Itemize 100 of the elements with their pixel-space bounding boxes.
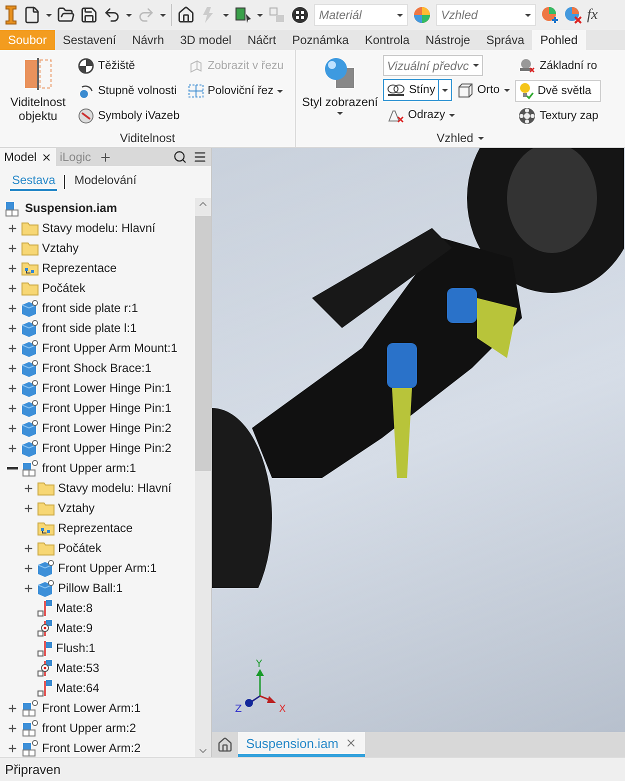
scrollbar[interactable]	[195, 198, 211, 757]
tree-item[interactable]: Front Upper Hinge Pin:1	[0, 398, 195, 418]
menu-icon[interactable]	[193, 150, 207, 164]
expand-icon[interactable]	[22, 542, 34, 554]
expand-icon[interactable]	[6, 722, 18, 734]
ribbon-tab[interactable]: Náčrt	[239, 30, 284, 50]
ribbon-button[interactable]: Těžiště	[75, 55, 183, 77]
tree-item[interactable]: Front Lower Arm:2	[0, 738, 195, 757]
tree-item[interactable]: Reprezentace	[0, 518, 195, 538]
tree-item[interactable]: Vztahy	[0, 238, 195, 258]
tree-item[interactable]: Mate:64	[0, 678, 195, 698]
expand-icon[interactable]	[6, 342, 18, 354]
tree-item[interactable]: Front Shock Brace:1	[0, 358, 195, 378]
ribbon-tab[interactable]: Správa	[478, 30, 532, 50]
open-icon[interactable]	[57, 6, 75, 24]
ribbon-button[interactable]: Stupně volnosti	[75, 80, 183, 102]
tree-item[interactable]: Front Upper Hinge Pin:2	[0, 438, 195, 458]
expand-icon[interactable]	[6, 402, 18, 414]
tree-item[interactable]: Stavy modelu: Hlavní	[0, 478, 195, 498]
expand-icon[interactable]	[6, 742, 18, 754]
close-icon[interactable]	[40, 152, 52, 162]
browser-subtab[interactable]: Modelování	[72, 172, 138, 191]
ribbon-button[interactable]: Základní ro	[514, 55, 602, 77]
ortho-button[interactable]: Orto	[454, 79, 513, 101]
expand-icon[interactable]	[22, 502, 34, 514]
home-icon	[217, 736, 233, 752]
tree-item[interactable]: Front Lower Arm:1	[0, 698, 195, 718]
collapse-icon[interactable]	[6, 466, 18, 470]
home-icon[interactable]	[177, 6, 195, 24]
expand-icon[interactable]	[6, 282, 18, 294]
expand-icon[interactable]	[22, 582, 34, 594]
expand-icon[interactable]	[6, 702, 18, 714]
ribbon-tab[interactable]: Kontrola	[356, 30, 418, 50]
tree-item[interactable]: Stavy modelu: Hlavní	[0, 218, 195, 238]
tree-item[interactable]: front side plate r:1	[0, 298, 195, 318]
expand-icon[interactable]	[6, 242, 18, 254]
tree-item[interactable]: Front Upper Arm:1	[0, 558, 195, 578]
light-bulb-icon	[518, 82, 534, 100]
reflections-button[interactable]: Odrazy	[383, 104, 513, 126]
tree-item[interactable]: Front Lower Hinge Pin:2	[0, 418, 195, 438]
tree-item[interactable]: Pillow Ball:1	[0, 578, 195, 598]
tree-item[interactable]: Počátek	[0, 278, 195, 298]
panel-title[interactable]: Vzhled	[299, 129, 622, 147]
tree-item[interactable]: Reprezentace	[0, 258, 195, 278]
tree-item[interactable]: Suspension.iam	[0, 198, 195, 218]
expand-icon[interactable]	[6, 442, 18, 454]
ribbon-button[interactable]: Symboly iVazeb	[75, 105, 183, 127]
visual-style-dropdown[interactable]: Vizuální předvc	[383, 55, 483, 76]
material-ball-icon[interactable]	[291, 6, 309, 24]
add-appearance-icon[interactable]	[541, 6, 559, 24]
tree-item[interactable]: Vztahy	[0, 498, 195, 518]
ribbon-button[interactable]: Poloviční řez	[184, 80, 287, 102]
part-icon	[21, 360, 39, 376]
tree-item[interactable]: Mate:53	[0, 658, 195, 678]
inventor-logo-icon[interactable]	[4, 4, 18, 26]
color-wheel-icon[interactable]	[413, 6, 431, 24]
tree-item[interactable]: Počátek	[0, 538, 195, 558]
tree-item[interactable]: Front Lower Hinge Pin:1	[0, 378, 195, 398]
target-constraint-icon	[37, 619, 53, 637]
tree-item[interactable]: Front Upper Arm Mount:1	[0, 338, 195, 358]
appearance-dropdown[interactable]: Vzhled	[436, 4, 536, 26]
tree-item[interactable]: Mate:8	[0, 598, 195, 618]
tree-item[interactable]: front Upper arm:1	[0, 458, 195, 478]
expand-icon[interactable]	[6, 362, 18, 374]
shadows-button[interactable]: Stíny	[383, 79, 452, 101]
expand-icon[interactable]	[22, 562, 34, 574]
ribbon-button[interactable]: Textury zap	[514, 105, 602, 127]
mate-constraint-icon	[37, 679, 53, 697]
ribbon-tab[interactable]: Sestavení	[54, 30, 124, 50]
browser-tab[interactable]: Model	[0, 148, 56, 166]
clear-appearance-icon[interactable]	[564, 6, 582, 24]
undo-icon[interactable]	[103, 6, 121, 24]
save-icon[interactable]	[80, 6, 98, 24]
new-file-icon[interactable]	[23, 6, 41, 24]
expand-icon[interactable]	[6, 322, 18, 334]
expand-icon[interactable]	[6, 262, 18, 274]
expand-icon[interactable]	[6, 222, 18, 234]
select-filter-icon[interactable]	[234, 6, 252, 24]
half-section-icon	[188, 83, 204, 99]
expand-icon[interactable]	[6, 302, 18, 314]
folder-icon	[21, 280, 39, 296]
visibility-box-icon	[23, 56, 53, 92]
expand-icon[interactable]	[6, 422, 18, 434]
ribbon-button[interactable]: Dvě světla	[514, 80, 602, 102]
ribbon-tab[interactable]: Pohled	[532, 30, 586, 50]
expand-icon[interactable]	[22, 482, 34, 494]
object-visibility-button[interactable]: Viditelnost objektu	[3, 54, 73, 129]
search-icon[interactable]	[173, 150, 187, 164]
ribbon-tab[interactable]: Poznámka	[284, 30, 357, 50]
ribbon-tab[interactable]: Nástroje	[418, 30, 478, 50]
visual-style-button[interactable]: Styl zobrazení	[299, 54, 381, 129]
tree-item[interactable]: front side plate l:1	[0, 318, 195, 338]
tree-item[interactable]: Flush:1	[0, 638, 195, 658]
ribbon-tab[interactable]: 3D model	[172, 30, 240, 50]
tree-item[interactable]: front Upper arm:2	[0, 718, 195, 738]
add-tab-icon[interactable]	[99, 150, 112, 164]
material-dropdown[interactable]: Materiál	[314, 4, 408, 26]
tree-item[interactable]: Mate:9	[0, 618, 195, 638]
expand-icon[interactable]	[6, 382, 18, 394]
ribbon-tab[interactable]: Návrh	[124, 30, 172, 50]
